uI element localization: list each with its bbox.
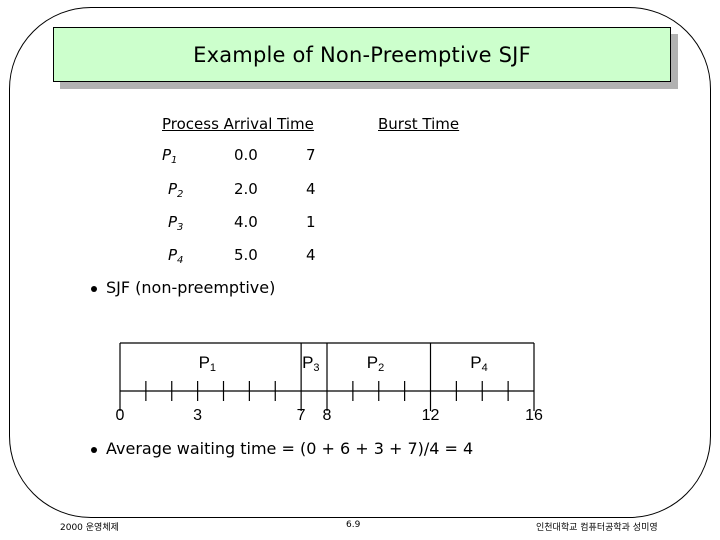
gantt-tick-label: 12 (421, 407, 440, 424)
gantt-tick-label: 8 (322, 407, 332, 424)
gantt-chart (119, 342, 535, 411)
gantt-segment-subscript: 2 (378, 362, 385, 374)
gantt-segment-label: P2 (366, 353, 385, 374)
gantt-segment-label: P3 (302, 353, 320, 374)
gantt-tick-label: 3 (193, 407, 203, 424)
gantt-segment-subscript: 1 (209, 362, 217, 374)
bullet-average-waiting: Average waiting time = (0 + 6 + 3 + 7)/4… (106, 439, 474, 458)
gantt-tick-label: 0 (115, 407, 125, 424)
footer-author: 인천대학교 컴퓨터공학과 성미영 (536, 523, 658, 533)
gantt-segment-label: P4 (470, 353, 488, 374)
gantt-segment-subscript: 3 (313, 362, 320, 374)
footer-page-number: 6.9 (346, 520, 361, 530)
gantt-tick-label: 7 (296, 407, 306, 424)
gantt-tick-label: 16 (525, 407, 543, 424)
bullet-icon (91, 447, 97, 453)
gantt-segment-subscript: 4 (481, 362, 488, 374)
gantt-segment-label: P1 (198, 353, 217, 374)
footer-course: 2000 운영체제 (60, 523, 119, 533)
